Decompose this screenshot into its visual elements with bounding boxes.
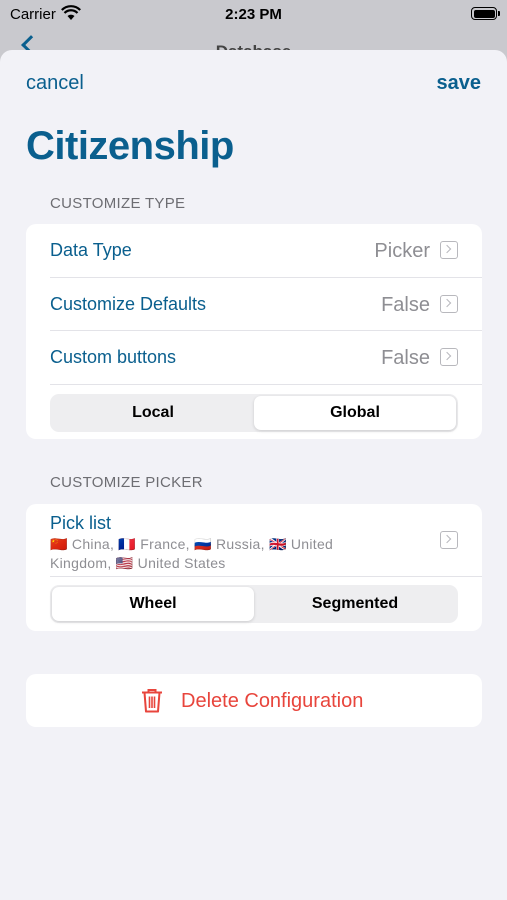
section-header-customize-type: CUSTOMIZE TYPE [50, 195, 186, 212]
row-value: False [381, 293, 430, 316]
picker-style-segmented-control: Wheel Segmented [50, 585, 458, 623]
row-value: False [381, 347, 430, 369]
segment-segmented[interactable]: Segmented [254, 587, 456, 621]
row-customize-defaults[interactable]: Customize Defaults False [50, 278, 482, 331]
row-label: Data Type [50, 240, 132, 260]
page-title: Citizenship [26, 124, 234, 168]
row-label: Customize Defaults [50, 293, 207, 314]
segment-wheel[interactable]: Wheel [52, 587, 254, 621]
row-label: Custom buttons [50, 347, 177, 367]
customize-type-card: Data Type Picker Customize Defaults Fals… [26, 224, 482, 439]
disclosure-chevron-icon [440, 531, 458, 549]
delete-configuration-button[interactable]: Delete Configuration [26, 674, 482, 727]
disclosure-chevron-icon [440, 241, 458, 259]
segment-global[interactable]: Global [254, 395, 456, 430]
delete-configuration-label: Delete Configuration [181, 690, 364, 712]
battery-icon [471, 7, 500, 20]
row-pick-list[interactable]: Pick list 🇨🇳 China, 🇫🇷 France, 🇷🇺 Russia… [50, 504, 482, 577]
row-label: Pick list [50, 513, 112, 533]
section-header-customize-picker: CUSTOMIZE PICKER [50, 474, 203, 491]
status-time: 2:23 PM [225, 6, 282, 23]
row-custom-buttons[interactable]: Custom buttons False [50, 331, 482, 385]
disclosure-chevron-icon [440, 348, 458, 366]
modal-sheet: cancel save Citizenship CUSTOMIZE TYPE D… [0, 50, 507, 900]
pick-list-detail: 🇨🇳 China, 🇫🇷 France, 🇷🇺 Russia, 🇬🇧 Unite… [50, 536, 334, 571]
cancel-button[interactable]: cancel [26, 72, 84, 95]
scope-segmented-control: Local Global [50, 393, 458, 432]
segment-local[interactable]: Local [52, 396, 254, 430]
disclosure-chevron-icon [440, 294, 458, 313]
save-button[interactable]: save [437, 72, 482, 95]
customize-picker-card: Pick list 🇨🇳 China, 🇫🇷 France, 🇷🇺 Russia… [26, 504, 482, 631]
trash-icon [142, 689, 162, 713]
status-bar: Carrier 2:23 PM [0, 0, 507, 30]
row-value: Picker [374, 240, 430, 262]
row-data-type[interactable]: Data Type Picker [50, 224, 482, 278]
